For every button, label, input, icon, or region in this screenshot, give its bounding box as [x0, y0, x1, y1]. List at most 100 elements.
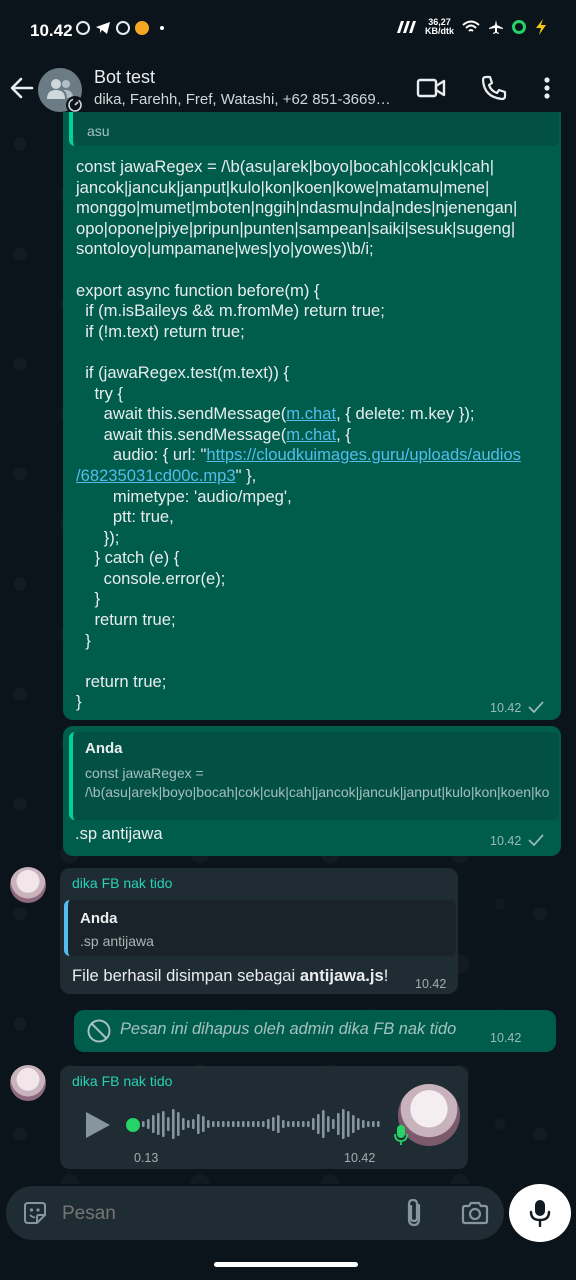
waveform-bar: [337, 1113, 340, 1135]
telegram-notification-icon: [96, 22, 110, 34]
waveform-bar: [217, 1121, 220, 1127]
code-message-bubble[interactable]: asu const jawaRegex = /\b(asu|arek|boyo|…: [63, 112, 561, 720]
quoted-message-text: const jawaRegex = /\b(asu|arek|boyo|boca…: [85, 765, 549, 800]
camera-icon[interactable]: [461, 1201, 489, 1225]
quoted-message[interactable]: Anda .sp antijawa: [64, 900, 456, 956]
waveform-bar: [237, 1121, 240, 1127]
audio-waveform[interactable]: [142, 1106, 382, 1142]
deleted-icon: [87, 1019, 111, 1043]
quoted-message[interactable]: asu: [69, 112, 559, 146]
signal-icon: [397, 21, 416, 33]
airplane-mode-icon: [489, 20, 503, 34]
waveform-bar: [227, 1121, 230, 1127]
voice-record-button[interactable]: [509, 1184, 571, 1242]
back-arrow-icon[interactable]: [8, 74, 36, 102]
voice-call-icon[interactable]: [480, 74, 508, 102]
network-speed: 36,27 KB/dtk: [425, 18, 454, 36]
chat-title[interactable]: Bot test: [94, 67, 155, 88]
waveform-bar: [332, 1119, 335, 1129]
sender-name[interactable]: dika FB nak tido: [72, 1073, 172, 1089]
waveform-bar: [147, 1119, 150, 1129]
waveform-bar: [307, 1121, 310, 1127]
waveform-bar: [252, 1121, 255, 1127]
app-notification-icon: [135, 21, 149, 35]
reply-message-bubble[interactable]: dika FB nak tido Anda .sp antijawa File …: [60, 868, 458, 994]
audio-seek-handle[interactable]: [126, 1118, 140, 1132]
waveform-bar: [322, 1110, 325, 1138]
message-text: .sp antijawa: [75, 824, 163, 843]
sender-avatar-2[interactable]: [10, 1065, 46, 1101]
more-options-icon[interactable]: [540, 74, 554, 102]
sp-message-bubble[interactable]: Anda const jawaRegex = /\b(asu|arek|boyo…: [63, 726, 561, 856]
quoted-author: Anda: [85, 740, 123, 757]
file-name: antijawa.js: [299, 966, 384, 985]
quoted-message[interactable]: Anda const jawaRegex = /\b(asu|arek|boyo…: [69, 732, 559, 820]
waveform-bar: [142, 1121, 145, 1127]
message-time: 10.42: [490, 701, 522, 715]
chat-header: Bot test dika, Farehh, Fref, Watashi, +6…: [0, 60, 576, 116]
battery-ring-icon: [512, 20, 526, 34]
charging-icon: [536, 19, 546, 35]
code-part-4: " }, mimetype: 'audio/mpeg', ptt: true, …: [76, 465, 292, 712]
message-input-bar: [6, 1186, 504, 1240]
message-time: 10.42: [490, 834, 522, 848]
waveform-bar: [302, 1121, 305, 1127]
waveform-bar: [222, 1121, 225, 1127]
waveform-bar: [247, 1121, 250, 1127]
video-call-icon[interactable]: [416, 74, 446, 102]
mic-icon: [394, 1125, 408, 1145]
network-speed-unit: KB/dtk: [425, 26, 454, 36]
play-icon[interactable]: [84, 1110, 112, 1140]
waveform-bar: [352, 1115, 355, 1133]
mchat-link-1[interactable]: m.chat: [286, 404, 336, 423]
message-input[interactable]: [60, 1196, 384, 1232]
waveform-bar: [197, 1114, 200, 1134]
waveform-bar: [232, 1121, 235, 1127]
waveform-bar: [282, 1120, 285, 1128]
status-time: 10.42: [30, 21, 73, 40]
waveform-bar: [357, 1118, 360, 1130]
notification-icons: [76, 21, 164, 35]
whatsapp-notification-icon-2: [116, 21, 130, 35]
code-part-1: const jawaRegex = /\b(asu|arek|boyo|boca…: [76, 157, 518, 424]
waveform-bar: [167, 1117, 170, 1131]
sender-avatar[interactable]: [10, 867, 46, 903]
waveform-bar: [262, 1121, 265, 1127]
waveform-bar: [287, 1121, 290, 1127]
chat-participants[interactable]: dika, Farehh, Fref, Watashi, +62 851-366…: [94, 91, 404, 108]
waveform-bar: [242, 1121, 245, 1127]
waveform-bar: [377, 1121, 380, 1127]
mchat-link-2[interactable]: m.chat: [286, 425, 336, 444]
status-bar: 10.42 36,27 KB/dtk: [0, 0, 576, 60]
waveform-bar: [257, 1121, 260, 1127]
waveform-bar: [267, 1119, 270, 1129]
voice-message-bubble[interactable]: dika FB nak tido 0.13 10.42: [60, 1066, 468, 1169]
deleted-message-bubble[interactable]: Pesan ini dihapus oleh admin dika FB nak…: [74, 1010, 556, 1052]
sent-check-icon: [528, 701, 544, 714]
attach-icon[interactable]: [404, 1198, 426, 1228]
waveform-bar: [312, 1118, 315, 1130]
waveform-bar: [317, 1114, 320, 1134]
waveform-bar: [347, 1111, 350, 1137]
message-time: 10.42: [344, 1151, 376, 1165]
microphone-icon: [529, 1200, 551, 1227]
waveform-bar: [367, 1121, 370, 1127]
message-text: File berhasil disimpan sebagai antijawa.…: [72, 966, 388, 986]
message-time: 10.42: [490, 1031, 522, 1045]
sticker-icon[interactable]: [22, 1200, 48, 1226]
gesture-navigation-bar[interactable]: [214, 1262, 358, 1267]
waveform-bar: [157, 1113, 160, 1135]
audio-elapsed-time: 0.13: [134, 1151, 159, 1165]
quoted-message-text: .sp antijawa: [80, 933, 154, 949]
sent-check-icon: [528, 834, 544, 847]
more-notifications-icon: [160, 26, 164, 30]
waveform-bar: [212, 1121, 215, 1127]
waveform-bar: [327, 1116, 330, 1132]
waveform-bar: [372, 1121, 375, 1127]
waveform-bar: [342, 1109, 345, 1139]
waveform-bar: [162, 1111, 165, 1137]
sender-name[interactable]: dika FB nak tido: [72, 875, 172, 891]
waveform-bar: [277, 1115, 280, 1133]
code-message-text: const jawaRegex = /\b(asu|arek|boyo|boca…: [76, 157, 521, 713]
waveform-bar: [187, 1120, 190, 1128]
